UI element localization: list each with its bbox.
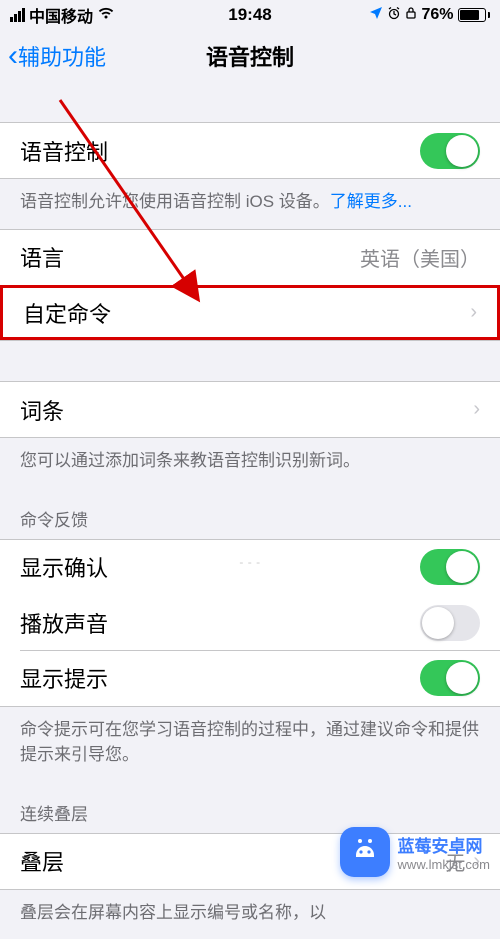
vocabulary-cell[interactable]: 词条 › <box>0 382 500 437</box>
nav-bar: ‹ 辅助功能 语音控制 <box>0 30 500 82</box>
play-sound-switch[interactable] <box>420 605 480 641</box>
voice-control-footer: 语音控制允许您使用语音控制 iOS 设备。了解更多... <box>0 179 500 229</box>
language-label: 语言 <box>20 241 64 273</box>
language-cell[interactable]: 语言 英语（美国） <box>0 230 500 285</box>
show-confirm-cell[interactable]: 显示确认 <box>0 540 500 595</box>
learn-more-link[interactable]: 了解更多... <box>330 192 412 211</box>
show-hints-label: 显示提示 <box>20 662 108 694</box>
voice-control-switch[interactable] <box>420 133 480 169</box>
brand-name: 蓝莓安卓网 <box>398 832 490 857</box>
voice-control-label: 语音控制 <box>20 135 108 167</box>
overlay-label: 叠层 <box>20 845 64 877</box>
brand-url: www.lmkjst.com <box>398 857 490 872</box>
language-value: 英语（美国） <box>360 243 480 272</box>
show-hints-cell[interactable]: 显示提示 <box>0 651 500 706</box>
brand-icon <box>340 827 390 877</box>
vocabulary-label: 词条 <box>20 394 64 426</box>
show-confirm-label: 显示确认 <box>20 551 108 583</box>
show-hints-switch[interactable] <box>420 660 480 696</box>
status-bar: 中国移动 19:48 76% <box>0 0 500 30</box>
battery-icon <box>458 8 491 22</box>
page-title: 语音控制 <box>0 40 500 72</box>
custom-commands-cell[interactable]: 自定命令 › <box>0 285 500 340</box>
show-confirm-switch[interactable] <box>420 549 480 585</box>
voice-control-cell[interactable]: 语音控制 <box>0 123 500 178</box>
chevron-right-icon: › <box>473 398 480 421</box>
feedback-header: 命令反馈 <box>0 488 500 539</box>
play-sound-cell[interactable]: 播放声音 <box>0 595 500 650</box>
overlay-footer: 叠层会在屏幕内容上显示编号或名称，以 <box>0 890 500 939</box>
custom-commands-label: 自定命令 <box>23 297 111 329</box>
brand-overlay: 蓝莓安卓网 www.lmkjst.com <box>330 821 500 883</box>
feedback-footer: 命令提示可在您学习语音控制的过程中，通过建议命令和提供提示来引导您。 <box>0 707 500 782</box>
play-sound-label: 播放声音 <box>20 607 108 639</box>
chevron-right-icon: › <box>470 301 477 324</box>
vocabulary-footer: 您可以通过添加词条来教语音控制识别新词。 <box>0 438 500 488</box>
status-time: 19:48 <box>0 5 500 25</box>
